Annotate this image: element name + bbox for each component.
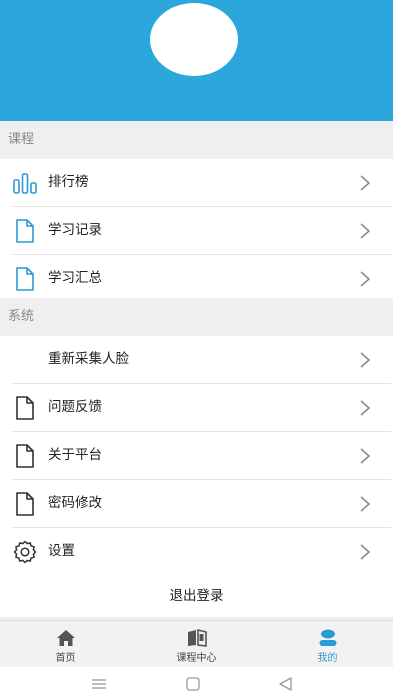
- menu-item-settings[interactable]: 设置: [0, 528, 393, 575]
- course-menu-group: 排行榜 学习记录 学习汇总: [0, 159, 393, 302]
- tab-label: 我的: [317, 653, 338, 664]
- menu-item-study-record[interactable]: 学习记录: [0, 207, 393, 254]
- menu-item-change-password[interactable]: 密码修改: [0, 480, 393, 527]
- menu-item-label: 学习记录: [48, 222, 102, 238]
- chevron-right-icon: [360, 175, 371, 191]
- square-home-icon[interactable]: [184, 675, 202, 693]
- tab-mine[interactable]: 我的: [262, 621, 393, 667]
- chevron-right-icon: [360, 271, 371, 287]
- triangle-back-icon[interactable]: [277, 675, 295, 693]
- menu-item-label: 重新采集人脸: [48, 351, 129, 367]
- document-icon: [16, 444, 34, 468]
- home-icon: [56, 630, 75, 646]
- menu-item-label: 设置: [48, 543, 75, 559]
- gear-icon: [13, 540, 37, 564]
- book-icon: [187, 629, 207, 647]
- system-menu-group: 重新采集人脸 问题反馈 关于平台 密码修改 设置: [0, 336, 393, 575]
- menu-item-recollect-face[interactable]: 重新采集人脸: [0, 336, 393, 383]
- avatar[interactable]: [150, 3, 238, 76]
- menu-item-label: 学习汇总: [48, 270, 102, 286]
- chevron-right-icon: [360, 544, 371, 560]
- bottom-tab-bar: 首页 课程中心 我的: [0, 620, 393, 667]
- tab-label: 课程中心: [176, 653, 217, 664]
- profile-header: [0, 0, 393, 121]
- document-icon: [16, 396, 34, 420]
- menu-item-label: 关于平台: [48, 447, 102, 463]
- tab-course-center[interactable]: 课程中心: [131, 621, 262, 667]
- menu-item-ranking[interactable]: 排行榜: [0, 159, 393, 206]
- chevron-right-icon: [360, 223, 371, 239]
- system-navigation-bar: [0, 667, 393, 700]
- logout-button[interactable]: 退出登录: [0, 575, 393, 617]
- section-title-course: 课程: [0, 121, 393, 159]
- bar-chart-icon: [13, 173, 37, 194]
- menu-item-label: 问题反馈: [48, 399, 102, 415]
- chevron-right-icon: [360, 496, 371, 512]
- chevron-right-icon: [360, 352, 371, 368]
- menu-item-about[interactable]: 关于平台: [0, 432, 393, 479]
- chevron-right-icon: [360, 448, 371, 464]
- document-icon: [16, 492, 34, 516]
- tab-label: 首页: [55, 653, 76, 664]
- document-icon: [16, 219, 34, 243]
- user-icon: [319, 629, 336, 646]
- tab-home[interactable]: 首页: [0, 621, 131, 667]
- menu-item-feedback[interactable]: 问题反馈: [0, 384, 393, 431]
- menu-icon[interactable]: [90, 675, 108, 693]
- menu-item-label: 密码修改: [48, 495, 102, 511]
- menu-item-study-summary[interactable]: 学习汇总: [0, 255, 393, 302]
- chevron-right-icon: [360, 400, 371, 416]
- document-icon: [16, 267, 34, 291]
- section-title-system: 系统: [0, 298, 393, 336]
- menu-item-label: 排行榜: [48, 174, 89, 190]
